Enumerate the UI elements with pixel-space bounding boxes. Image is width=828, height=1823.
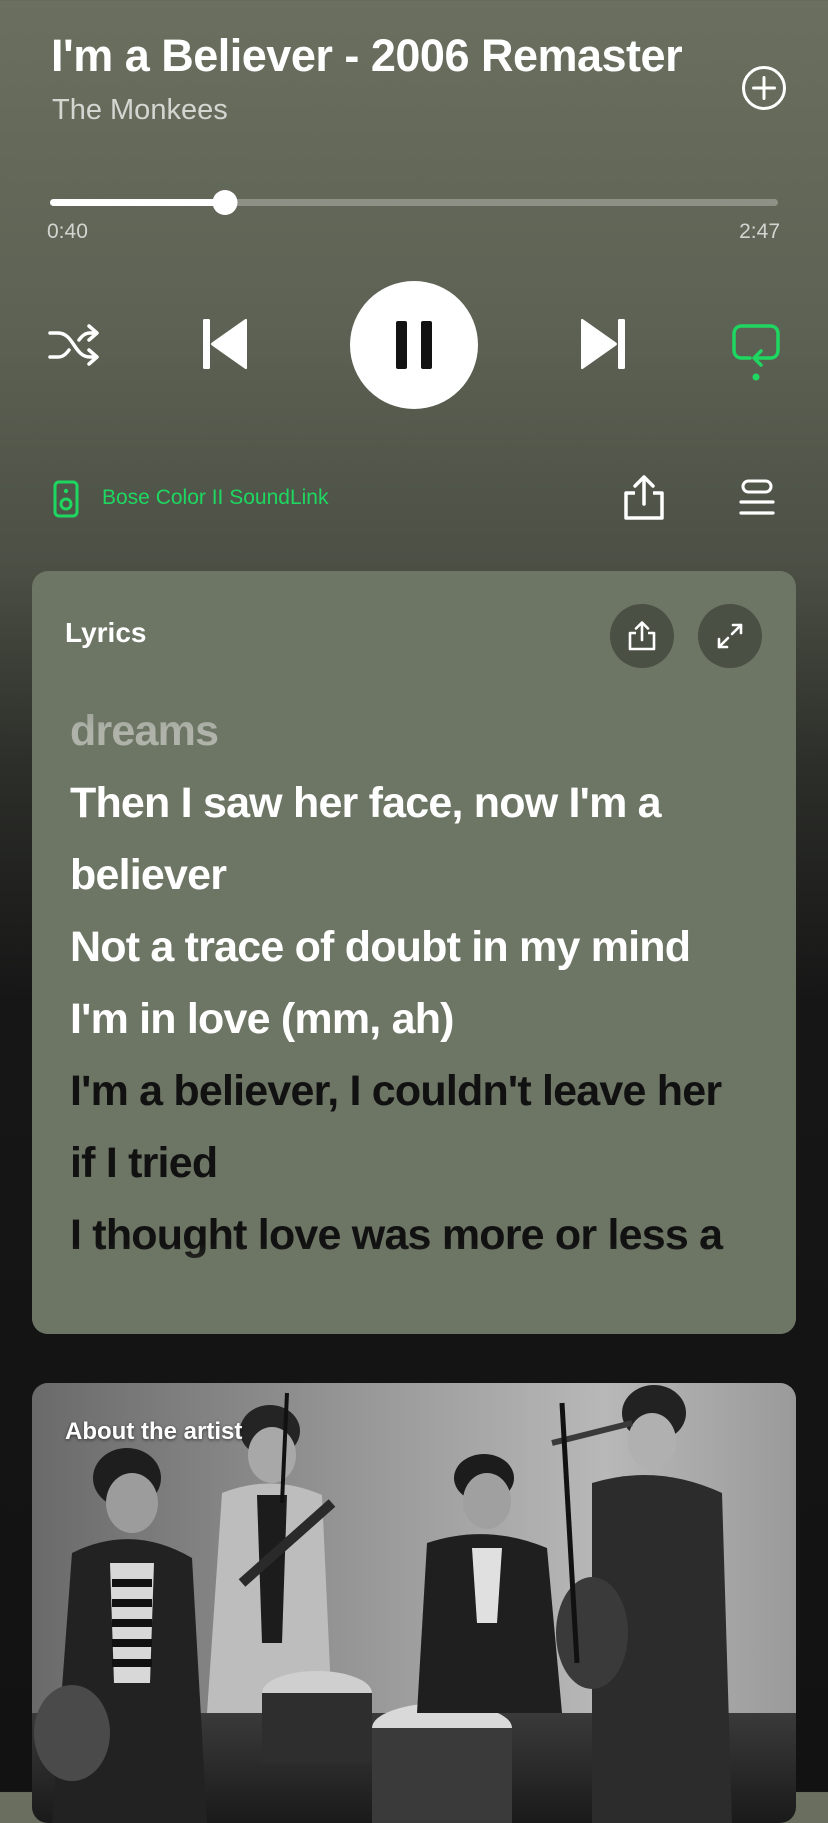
lyrics-card[interactable]: Lyrics dreams Then I saw her face, now I… (32, 571, 796, 1334)
share-icon (628, 621, 656, 651)
lyric-line[interactable]: I'm in love (mm, ah) (70, 998, 454, 1041)
plus-circle-icon (742, 66, 786, 110)
about-artist-card[interactable]: About the artist (32, 1383, 796, 1823)
skip-next-icon (581, 318, 625, 370)
share-icon (624, 475, 664, 520)
lyrics-title: Lyrics (65, 617, 147, 648)
repeat-button[interactable] (726, 318, 786, 384)
elapsed-time: 0:40 (47, 220, 88, 243)
speaker-icon[interactable] (52, 480, 80, 518)
lyric-line[interactable]: if I tried (70, 1142, 218, 1185)
lyric-line[interactable]: believer (70, 854, 227, 897)
queue-icon (739, 479, 775, 515)
shuffle-button[interactable] (44, 318, 104, 372)
expand-icon (717, 623, 743, 649)
total-time: 2:47 (739, 220, 780, 243)
shuffle-icon (48, 324, 99, 366)
pause-button[interactable] (350, 281, 478, 409)
artist-name[interactable]: The Monkees (52, 94, 228, 127)
pause-icon (396, 321, 432, 369)
share-button[interactable] (622, 474, 666, 522)
lyric-line[interactable]: dreams (70, 710, 219, 753)
lyric-line[interactable]: Not a trace of doubt in my mind (70, 926, 691, 969)
progress-knob[interactable] (212, 190, 238, 215)
about-artist-title: About the artist (65, 1418, 243, 1445)
repeat-active-dot (752, 373, 760, 381)
lyric-line[interactable]: Then I saw her face, now I'm a (70, 782, 662, 825)
lyric-line[interactable]: I'm a believer, I couldn't leave her (70, 1070, 722, 1113)
queue-button[interactable] (738, 478, 776, 518)
progress-fill (50, 199, 225, 206)
track-title[interactable]: I'm a Believer - 2006 Remaster (51, 30, 683, 82)
lyrics-expand-button[interactable] (698, 604, 762, 668)
artist-photo (32, 1383, 796, 1823)
progress-slider[interactable] (50, 190, 778, 215)
skip-previous-icon (203, 318, 247, 370)
lyrics-share-button[interactable] (610, 604, 674, 668)
lyrics-bottom-fade (32, 1244, 796, 1334)
repeat-icon (732, 324, 780, 381)
previous-track-button[interactable] (192, 312, 256, 376)
next-track-button[interactable] (572, 312, 636, 376)
add-to-library-button[interactable] (740, 64, 788, 112)
connected-device-name[interactable]: Bose Color II SoundLink (102, 486, 328, 510)
